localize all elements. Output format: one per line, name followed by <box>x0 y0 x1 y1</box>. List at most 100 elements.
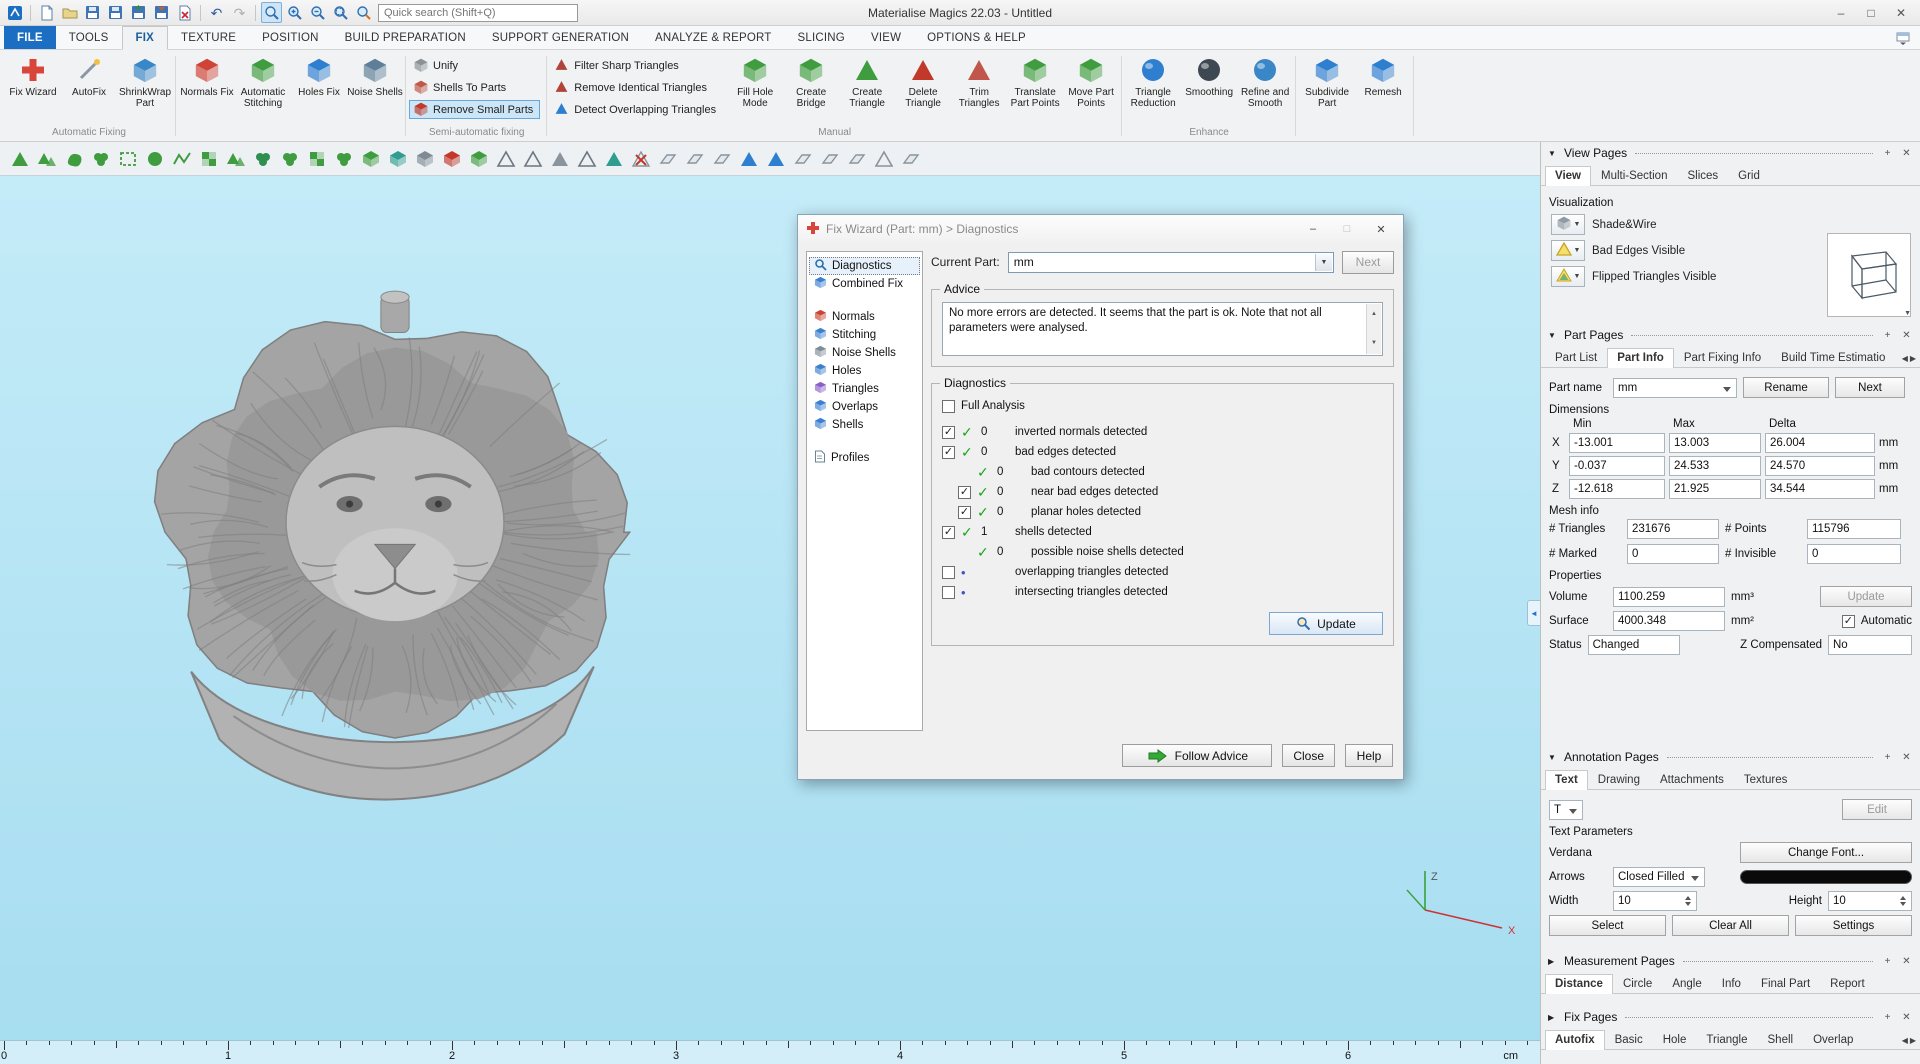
ribbon-button-noise-shells[interactable]: Noise Shells <box>347 51 403 98</box>
menu-tab-options-help[interactable]: OPTIONS & HELP <box>914 26 1039 49</box>
help-button[interactable]: Help <box>1345 744 1393 767</box>
wizard-page-profiles[interactable]: Profiles <box>809 449 920 467</box>
clear-all-button[interactable]: Clear All <box>1672 915 1789 936</box>
dock-icon[interactable]: + <box>1881 1012 1894 1023</box>
ribbon-button-refine-and-smooth[interactable]: Refine and Smooth <box>1237 51 1293 109</box>
redo-icon[interactable]: ↷ <box>229 2 250 23</box>
triangle-outline-icon[interactable] <box>494 147 518 171</box>
view-tab-grid[interactable]: Grid <box>1728 166 1770 185</box>
collapse-icon[interactable]: ▼ <box>1548 753 1558 762</box>
ribbon-button-unify[interactable]: Unify <box>409 56 540 75</box>
load-file-icon[interactable] <box>59 2 80 23</box>
part-tab-part-list[interactable]: Part List <box>1545 348 1607 367</box>
view-tab-multi-section[interactable]: Multi-Section <box>1591 166 1677 185</box>
mark-cube-icon[interactable] <box>359 147 383 171</box>
flip-triangle-icon[interactable] <box>737 147 761 171</box>
dim-z-max[interactable]: 21.925 <box>1669 479 1761 499</box>
menu-tab-analyze-report[interactable]: ANALYZE & REPORT <box>642 26 785 49</box>
dim-x-delta[interactable]: 26.004 <box>1765 433 1875 453</box>
expand-icon[interactable]: ▶ <box>1548 957 1558 966</box>
delete-marked-icon[interactable] <box>440 147 464 171</box>
fix-tab-overlap[interactable]: Overlap <box>1803 1030 1863 1049</box>
advice-scrollbar[interactable]: ▲ ▼ <box>1366 304 1381 354</box>
import-part-icon[interactable] <box>128 2 149 23</box>
close-button[interactable]: Close <box>1282 744 1335 767</box>
diagnostic-checkbox[interactable] <box>942 526 955 539</box>
ribbon-button-filter-sharp-triangles[interactable]: Filter Sharp Triangles <box>550 56 723 75</box>
close-icon[interactable]: ✕ <box>1900 956 1913 967</box>
ribbon-button-smoothing[interactable]: Smoothing <box>1181 51 1237 98</box>
ribbon-button-move-part-points[interactable]: Move Part Points <box>1063 51 1119 109</box>
zoom-window-icon[interactable] <box>261 2 282 23</box>
dim-z-delta[interactable]: 34.544 <box>1765 479 1875 499</box>
fill-hole-icon[interactable] <box>602 147 626 171</box>
wizard-page-combined-fix[interactable]: Combined Fix <box>809 275 920 293</box>
shrink-marking-icon[interactable] <box>278 147 302 171</box>
dock-icon[interactable]: + <box>1881 752 1894 763</box>
small-triangle-icon[interactable] <box>872 147 896 171</box>
grow-marking-icon[interactable] <box>251 147 275 171</box>
view-option-shade-wire[interactable]: ▼Shade&Wire <box>1551 214 1910 235</box>
wizard-page-stitching[interactable]: Stitching <box>809 326 920 344</box>
plane-view-icon[interactable] <box>818 147 842 171</box>
wizard-page-shells[interactable]: Shells <box>809 416 920 434</box>
tab-scroll-right-icon[interactable]: ▶ <box>1910 354 1916 363</box>
diagnostic-checkbox[interactable] <box>942 426 955 439</box>
wizard-page-holes[interactable]: Holes <box>809 362 920 380</box>
measurement-tab-info[interactable]: Info <box>1712 974 1751 993</box>
save-file-icon[interactable] <box>82 2 103 23</box>
mark-checker-icon[interactable] <box>197 147 221 171</box>
view-tab-view[interactable]: View <box>1545 166 1591 186</box>
surface-value[interactable]: 4000.348 <box>1613 611 1725 631</box>
next-part-button[interactable]: Next <box>1835 377 1905 398</box>
copy-marked-icon[interactable] <box>467 147 491 171</box>
ribbon-button-create-triangle[interactable]: Create Triangle <box>839 51 895 109</box>
ribbon-button-trim-triangles[interactable]: Trim Triangles <box>951 51 1007 109</box>
split-triangle-icon[interactable] <box>521 147 545 171</box>
part-name-select[interactable]: mm <box>1613 378 1737 398</box>
current-part-select[interactable]: mm ▼ <box>1008 252 1334 273</box>
section-plane-icon[interactable] <box>845 147 869 171</box>
zoom-fit-icon[interactable] <box>330 2 351 23</box>
ribbon-button-shells-to-parts[interactable]: Shells To Parts <box>409 78 540 97</box>
diagnostic-checkbox[interactable] <box>958 506 971 519</box>
diagnostic-checkbox[interactable] <box>942 586 955 599</box>
scroll-down-icon[interactable]: ▼ <box>1371 336 1377 351</box>
annotation-tab-drawing[interactable]: Drawing <box>1588 770 1650 789</box>
menu-tab-texture[interactable]: TEXTURE <box>168 26 249 49</box>
ribbon-button-remove-identical-triangles[interactable]: Remove Identical Triangles <box>550 78 723 97</box>
ribbon-button-delete-triangle[interactable]: Delete Triangle <box>895 51 951 109</box>
fix-tab-triangle[interactable]: Triangle <box>1696 1030 1757 1049</box>
mark-brush-icon[interactable] <box>143 147 167 171</box>
zoom-in-icon[interactable] <box>284 2 305 23</box>
measurement-tab-circle[interactable]: Circle <box>1613 974 1662 993</box>
expand-icon[interactable]: ▶ <box>1548 1013 1558 1022</box>
change-font-button[interactable]: Change Font... <box>1740 842 1912 863</box>
select-button[interactable]: Select <box>1549 915 1666 936</box>
ribbon-button-shrinkwrap-part[interactable]: ShrinkWrap Part <box>117 51 173 109</box>
part-tab-part-info[interactable]: Part Info <box>1607 348 1674 368</box>
fix-tab-basic[interactable]: Basic <box>1605 1030 1653 1049</box>
menu-tab-build-preparation[interactable]: BUILD PREPARATION <box>332 26 479 49</box>
tab-scroll-right-icon[interactable]: ▶ <box>1910 1036 1916 1045</box>
create-triangle-icon[interactable] <box>548 147 572 171</box>
export-part-icon[interactable] <box>151 2 172 23</box>
orient-triangle-icon[interactable] <box>764 147 788 171</box>
mark-shell-icon[interactable] <box>89 147 113 171</box>
ribbon-button-detect-overlapping-triangles[interactable]: Detect Overlapping Triangles <box>550 100 723 119</box>
fix-tab-shell[interactable]: Shell <box>1758 1030 1804 1049</box>
arrow-color-swatch[interactable] <box>1740 870 1912 884</box>
dialog-minimize-button[interactable]: – <box>1299 219 1327 239</box>
orientation-cube-preview[interactable]: ▼ <box>1827 233 1911 317</box>
menu-tab-support-generation[interactable]: SUPPORT GENERATION <box>479 26 642 49</box>
diagnostic-checkbox[interactable] <box>942 566 955 579</box>
arrow-width-input[interactable]: 10 <box>1613 891 1697 911</box>
dialog-title-bar[interactable]: Fix Wizard (Part: mm) > Diagnostics – □ … <box>798 215 1403 243</box>
new-scene-icon[interactable] <box>36 2 57 23</box>
menu-tab-file[interactable]: FILE <box>4 26 56 49</box>
mark-polyline-icon[interactable] <box>170 147 194 171</box>
collapse-icon[interactable]: ▼ <box>1548 331 1558 340</box>
dim-y-min[interactable]: -0.037 <box>1569 456 1665 476</box>
tab-scroll-left-icon[interactable]: ◀ <box>1902 354 1908 363</box>
panel-collapse-handle[interactable]: ◄ <box>1527 600 1540 626</box>
